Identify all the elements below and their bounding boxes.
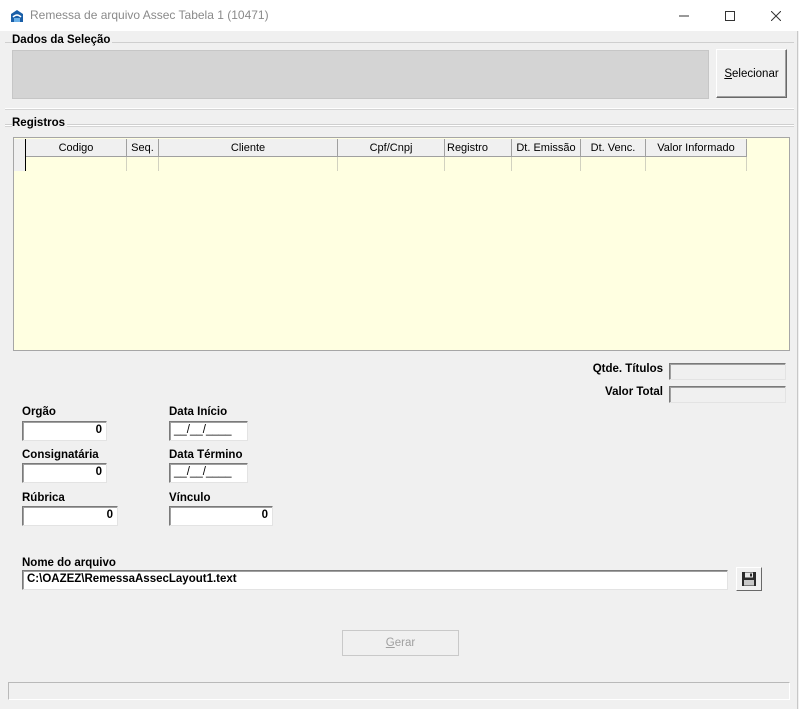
qtde-titulos-label: Qtde. Títulos [592, 363, 663, 375]
records-group [5, 124, 794, 126]
maximize-button[interactable] [707, 0, 753, 31]
cell-divider [645, 157, 646, 171]
file-name-input[interactable]: C:\OAZEZ\RemessaAssecLayout1.text [22, 570, 728, 590]
records-group-title: Registros [12, 117, 68, 129]
cell-divider [158, 157, 159, 171]
maximize-icon [725, 10, 735, 21]
data-termino-input[interactable]: __/__/____ [169, 463, 248, 483]
select-button[interactable]: Selecionar [716, 49, 787, 98]
column-header-cpf-cnpj[interactable]: Cpf/Cnpj [338, 139, 445, 157]
records-grid[interactable]: Codigo Seq. Cliente Cpf/Cnpj Registro Dt… [13, 137, 790, 351]
window-border [797, 31, 798, 709]
vinculo-label: Vínculo [169, 492, 211, 504]
consignataria-label: Consignatária [22, 449, 99, 461]
valor-total-field [669, 386, 786, 403]
minimize-button[interactable] [661, 0, 707, 31]
column-header-seq[interactable]: Seq. [127, 139, 159, 157]
save-file-button[interactable] [736, 567, 762, 591]
cell-divider [126, 157, 127, 171]
vinculo-input[interactable]: 0 [169, 506, 273, 526]
status-bar [8, 682, 790, 700]
consignataria-input[interactable]: 0 [22, 463, 107, 483]
column-header-cliente[interactable]: Cliente [159, 139, 338, 157]
select-button-mnemonic: S [724, 67, 732, 80]
cell-divider [337, 157, 338, 171]
selection-display-area [12, 50, 709, 99]
rubrica-input[interactable]: 0 [22, 506, 118, 526]
cell-divider [511, 157, 512, 171]
data-inicio-label: Data Início [169, 406, 228, 418]
close-icon [771, 10, 781, 21]
data-inicio-input[interactable]: __/__/____ [169, 421, 248, 441]
gerar-button-label: erar [394, 637, 416, 649]
minimize-icon [679, 15, 689, 16]
orgao-label: Orgão [22, 406, 56, 418]
column-header-dt-emissao[interactable]: Dt. Emissão [512, 139, 581, 157]
column-header-dt-venc[interactable]: Dt. Venc. [581, 139, 646, 157]
gerar-button-mnemonic: G [385, 637, 395, 649]
selection-group-title: Dados da Seleção [12, 34, 113, 46]
floppy-disk-icon [742, 572, 756, 586]
valor-total-label: Valor Total [605, 386, 663, 398]
column-header-codigo[interactable]: Codigo [26, 139, 127, 157]
table-row[interactable] [26, 157, 759, 171]
orgao-input[interactable]: 0 [22, 421, 107, 441]
column-header-registro[interactable]: Registro [445, 139, 512, 157]
window-title: Remessa de arquivo Assec Tabela 1 (10471… [30, 8, 269, 22]
cell-divider [580, 157, 581, 171]
close-button[interactable] [753, 0, 799, 31]
row-indicator[interactable] [14, 139, 26, 171]
column-header-valor-informado[interactable]: Valor Informado [646, 139, 747, 157]
title-bar[interactable]: Remessa de arquivo Assec Tabela 1 (10471… [0, 0, 799, 31]
cell-divider [746, 157, 747, 171]
file-name-label: Nome do arquivo [22, 557, 116, 569]
select-button-label: elecionar [732, 67, 779, 80]
data-termino-label: Data Término [169, 449, 243, 461]
gerar-button[interactable]: Gerar [342, 630, 459, 656]
cell-divider [444, 157, 445, 171]
app-icon [9, 8, 25, 24]
qtde-titulos-field [669, 363, 786, 380]
rubrica-label: Rúbrica [22, 492, 65, 504]
